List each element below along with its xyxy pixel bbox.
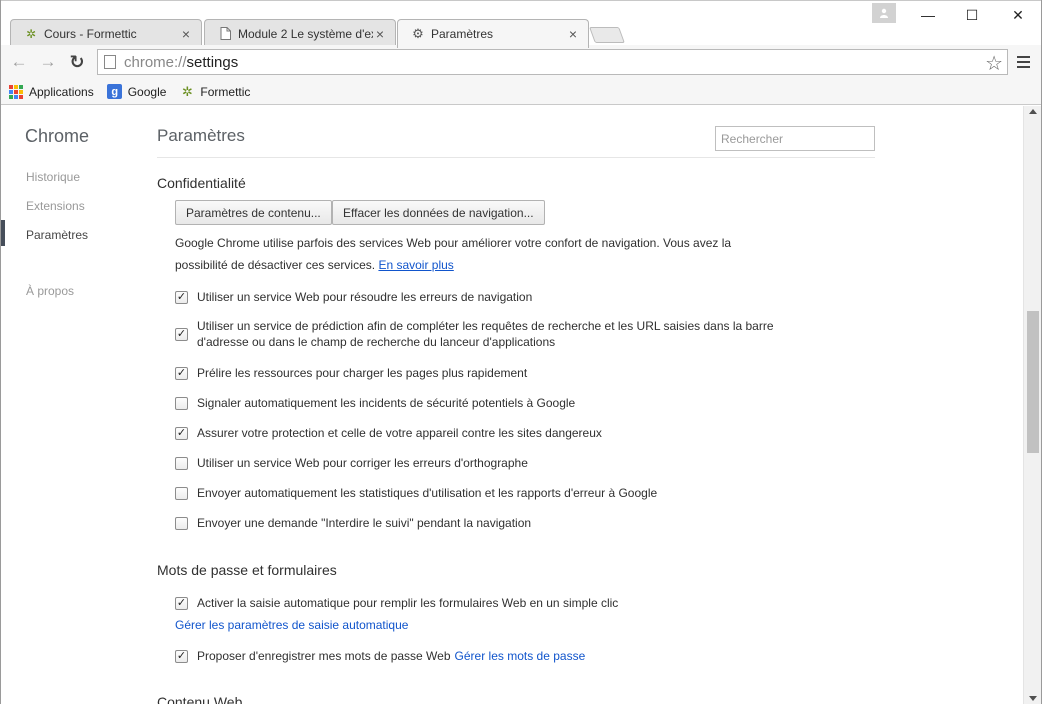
reload-icon: ↻	[69, 51, 85, 72]
formettic-icon: ✲	[181, 83, 193, 99]
checkbox[interactable]: ✓	[175, 327, 188, 341]
checkbox[interactable]	[175, 516, 188, 530]
sidebar-item-a-propos[interactable]: À propos	[26, 284, 74, 298]
content-settings-button[interactable]: Paramètres de contenu...	[175, 200, 332, 225]
option-label: Signaler automatiquement les incidents d…	[197, 396, 576, 410]
sidebar-item-historique[interactable]: Historique	[26, 170, 80, 184]
section-title-web-content: Contenu Web	[157, 694, 243, 704]
autofill-settings-link[interactable]: Gérer les paramètres de saisie automatiq…	[175, 618, 408, 632]
toolbar: ← → ↻ chrome://settings ☆	[0, 45, 1042, 79]
bookmarks-bar: Applications g Google ✲ Formettic	[0, 79, 1042, 105]
formettic-icon: ✲	[25, 26, 37, 41]
checkbox[interactable]: ✓	[175, 366, 188, 380]
manage-passwords-link[interactable]: Gérer les mots de passe	[455, 649, 586, 663]
clear-browsing-data-button[interactable]: Effacer les données de navigation...	[332, 200, 545, 225]
autofill-option[interactable]: ✓ Activer la saisie automatique pour rem…	[175, 595, 618, 611]
apps-grid-icon	[8, 84, 24, 100]
close-icon: ✕	[1012, 6, 1024, 23]
save-passwords-option[interactable]: ✓ Proposer d'enregistrer mes mots de pas…	[175, 648, 585, 664]
sidebar-item-parametres[interactable]: Paramètres	[26, 228, 88, 242]
tab-parametres[interactable]: ⚙ Paramètres ×	[397, 19, 589, 48]
option-label: Envoyer une demande "Interdire le suivi"…	[197, 516, 532, 530]
url-scheme: chrome://	[124, 53, 187, 71]
checkbox[interactable]	[175, 486, 188, 500]
window-border-left	[0, 0, 1, 704]
tab-title: Module 2 Le système d'ex	[238, 26, 373, 41]
bookmark-star-icon[interactable]: ☆	[985, 51, 1003, 76]
title-bar: ✲ Cours - Formettic × Module 2 Le systèm…	[0, 0, 1042, 48]
settings-page: Chrome Historique Extensions Paramètres …	[0, 106, 1023, 704]
checkbox[interactable]: ✓	[175, 426, 188, 440]
option-label: Utiliser un service Web pour corriger le…	[197, 456, 528, 470]
vertical-scrollbar[interactable]	[1023, 106, 1042, 704]
bookmark-formettic[interactable]: ✲ Formettic	[179, 84, 250, 100]
privacy-option-navigation-errors[interactable]: ✓ Utiliser un service Web pour résoudre …	[175, 289, 532, 305]
option-label: Utiliser un service Web pour résoudre le…	[197, 290, 533, 304]
option-label: Utiliser un service de prédiction afin d…	[197, 319, 774, 349]
privacy-intro: Google Chrome utilise parfois des servic…	[175, 232, 775, 276]
bookmark-label: Applications	[29, 84, 94, 99]
checkbox[interactable]	[175, 396, 188, 410]
section-title-privacy: Confidentialité	[157, 175, 246, 191]
close-window-button[interactable]: ✕	[1003, 5, 1033, 25]
reload-button[interactable]: ↻	[66, 51, 88, 73]
profile-icon[interactable]	[872, 3, 896, 23]
option-label: Assurer votre protection et celle de vot…	[197, 426, 602, 440]
minimize-icon: —	[921, 7, 935, 23]
tab-title: Cours - Formettic	[44, 26, 137, 41]
url-host: settings	[186, 53, 239, 71]
chrome-menu-icon[interactable]	[1013, 52, 1033, 72]
back-button[interactable]: ←	[8, 51, 30, 73]
tab-module-2[interactable]: Module 2 Le système d'ex ×	[204, 19, 396, 47]
checkbox[interactable]: ✓	[175, 290, 188, 304]
bookmark-applications[interactable]: Applications	[8, 84, 94, 100]
maximize-button[interactable]: ☐	[957, 5, 987, 25]
sidebar-title: Chrome	[25, 126, 90, 146]
privacy-option-prediction-service[interactable]: ✓ Utiliser un service de prédiction afin…	[175, 318, 775, 350]
privacy-option-do-not-track[interactable]: Envoyer une demande "Interdire le suivi"…	[175, 515, 531, 531]
forward-button[interactable]: →	[37, 51, 59, 73]
scrollbar-thumb[interactable]	[1027, 311, 1039, 453]
scroll-down-icon[interactable]	[1029, 696, 1037, 701]
checkbox[interactable]: ✓	[175, 649, 188, 663]
privacy-option-usage-stats[interactable]: Envoyer automatiquement les statistiques…	[175, 485, 657, 501]
tab-title: Paramètres	[431, 27, 494, 41]
bookmark-google[interactable]: g Google	[107, 84, 167, 100]
google-icon: g	[107, 84, 123, 100]
bookmark-label: Google	[127, 84, 167, 99]
checkbox[interactable]	[175, 456, 188, 470]
arrow-left-icon: ←	[10, 52, 28, 71]
close-icon[interactable]: ×	[179, 26, 193, 42]
minimize-button[interactable]: —	[913, 5, 943, 25]
header-divider	[157, 157, 875, 158]
page-title: Paramètres	[157, 126, 245, 145]
page-icon	[217, 26, 233, 42]
checkbox[interactable]: ✓	[175, 596, 188, 610]
address-bar[interactable]: chrome://settings ☆	[97, 49, 1008, 75]
bookmark-label: Formettic	[200, 84, 251, 99]
gear-icon: ⚙	[412, 26, 424, 41]
tab-cours-formettic[interactable]: ✲ Cours - Formettic ×	[10, 19, 202, 47]
privacy-option-prefetch[interactable]: ✓ Prélire les ressources pour charger le…	[175, 365, 527, 381]
privacy-option-safe-browsing[interactable]: ✓ Assurer votre protection et celle de v…	[175, 425, 602, 441]
privacy-option-report-incidents[interactable]: Signaler automatiquement les incidents d…	[175, 395, 575, 411]
close-icon[interactable]: ×	[566, 26, 580, 42]
option-label: Activer la saisie automatique pour rempl…	[197, 596, 619, 610]
learn-more-link[interactable]: En savoir plus	[378, 258, 453, 272]
scroll-up-icon[interactable]	[1029, 109, 1037, 114]
section-title-passwords: Mots de passe et formulaires	[157, 562, 337, 578]
option-label: Envoyer automatiquement les statistiques…	[197, 486, 658, 500]
new-tab-button[interactable]	[589, 27, 625, 43]
page-icon	[104, 55, 116, 69]
option-label: Prélire les ressources pour charger les …	[197, 366, 528, 380]
search-input[interactable]	[715, 126, 875, 151]
privacy-option-spelling[interactable]: Utiliser un service Web pour corriger le…	[175, 455, 528, 471]
maximize-icon: ☐	[965, 6, 979, 23]
sidebar-item-extensions[interactable]: Extensions	[26, 199, 85, 213]
option-label: Proposer d'enregistrer mes mots de passe…	[197, 649, 451, 663]
arrow-right-icon: →	[39, 52, 57, 71]
close-icon[interactable]: ×	[373, 26, 387, 42]
